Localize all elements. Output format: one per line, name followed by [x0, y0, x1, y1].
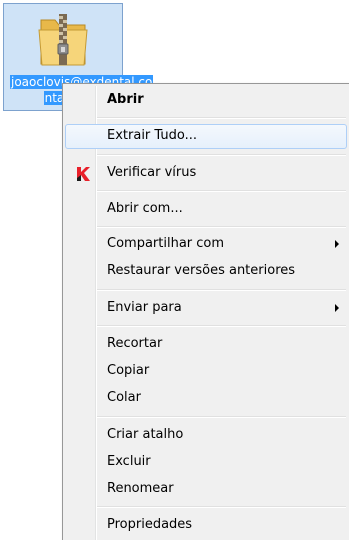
menu-item-delete-label: Excluir [107, 454, 151, 469]
menu-item-create-shortcut[interactable]: Criar atalho [65, 423, 347, 448]
menu-item-rename[interactable]: Renomear [65, 477, 347, 502]
desktop: joaoclovis@exdental.co ntal.co Abrir Ext… [0, 0, 349, 540]
menu-item-open-with-label: Abrir com... [107, 201, 183, 216]
menu-separator [97, 416, 346, 418]
menu-item-open-with[interactable]: Abrir com... [65, 197, 347, 222]
submenu-arrow-icon [335, 240, 339, 248]
menu-item-paste-label: Colar [107, 390, 141, 405]
menu-separator [97, 325, 346, 327]
menu-separator [97, 289, 346, 291]
menu-item-open[interactable]: Abrir [65, 88, 347, 113]
menu-separator [97, 117, 346, 119]
menu-item-create-shortcut-label: Criar atalho [107, 427, 184, 442]
menu-item-scan-virus-label: Verificar vírus [107, 165, 197, 180]
menu-separator [97, 226, 346, 228]
menu-item-restore-versions[interactable]: Restaurar versões anteriores [65, 259, 347, 284]
context-menu: Abrir Extrair Tudo... Verificar vírus Ab… [62, 83, 349, 540]
menu-item-extract-all[interactable]: Extrair Tudo... [65, 124, 347, 149]
menu-item-rename-label: Renomear [107, 481, 174, 496]
menu-separator [97, 154, 346, 156]
menu-separator [97, 506, 346, 508]
menu-item-cut[interactable]: Recortar [65, 332, 347, 357]
menu-item-share-with-label: Compartilhar com [107, 236, 225, 251]
menu-item-properties-label: Propriedades [107, 517, 193, 532]
menu-item-send-to[interactable]: Enviar para [65, 296, 347, 321]
menu-item-paste[interactable]: Colar [65, 386, 347, 411]
menu-item-copy[interactable]: Copiar [65, 359, 347, 384]
submenu-arrow-icon [335, 304, 339, 312]
menu-separator [97, 190, 346, 192]
menu-item-properties[interactable]: Propriedades [65, 513, 347, 538]
menu-item-cut-label: Recortar [107, 336, 163, 351]
menu-item-scan-virus[interactable]: Verificar vírus [65, 161, 347, 186]
menu-item-extract-all-label: Extrair Tudo... [107, 128, 197, 143]
zipped-folder-icon [38, 14, 88, 66]
menu-item-delete[interactable]: Excluir [65, 450, 347, 475]
menu-item-restore-versions-label: Restaurar versões anteriores [107, 263, 296, 278]
kaspersky-icon [77, 167, 90, 181]
menu-item-copy-label: Copiar [107, 363, 150, 378]
menu-item-open-label: Abrir [107, 92, 144, 107]
menu-item-share-with[interactable]: Compartilhar com [65, 232, 347, 257]
menu-item-send-to-label: Enviar para [107, 300, 182, 315]
